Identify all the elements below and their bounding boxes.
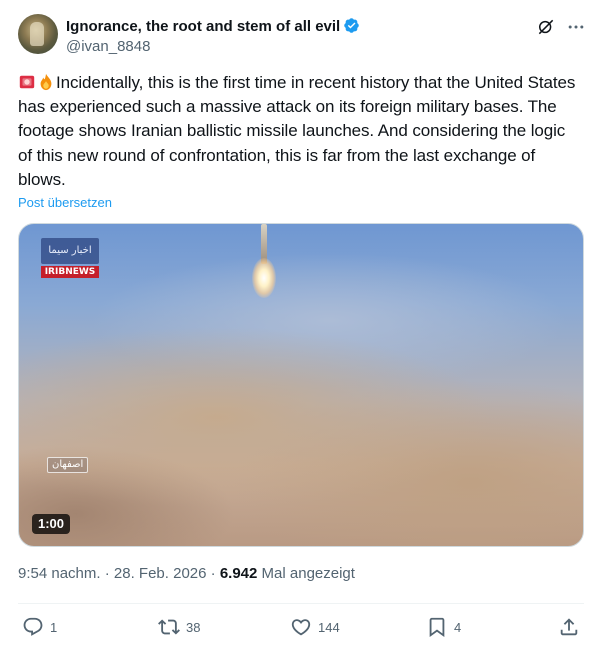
share-icon <box>560 618 578 636</box>
post-time[interactable]: 9:54 nachm. <box>18 565 101 582</box>
verified-badge-icon <box>344 18 359 33</box>
views-label: Mal angezeigt <box>261 565 355 582</box>
iribnews-watermark: اخبار سیما IRIBNEWS <box>41 238 99 280</box>
watermark-bottom-text: IRIBNEWS <box>41 266 99 278</box>
avatar[interactable] <box>18 14 58 54</box>
views-count: 6.942 <box>219 565 258 582</box>
author-name[interactable]: Ignorance, the root and stem of all evil <box>66 18 340 35</box>
bookmark-icon <box>429 617 445 638</box>
repost-icon <box>158 619 180 635</box>
translate-link[interactable]: Post übersetzen <box>18 195 112 210</box>
tweet-header: Ignorance, the root and stem of all evil… <box>18 14 588 58</box>
action-bar: 1 38 144 4 <box>18 614 588 640</box>
meta-separator-2: · <box>210 565 216 582</box>
bookmark-count: 4 <box>454 619 462 635</box>
reply-icon <box>23 617 43 636</box>
video-player[interactable]: اخبار سیما IRIBNEWS اصفهان 1:00 <box>18 223 584 547</box>
more-options-icon[interactable] <box>566 17 586 37</box>
location-label: اصفهان <box>47 457 89 473</box>
bookmark-button[interactable]: 4 <box>426 614 461 640</box>
repost-count: 38 <box>186 619 201 635</box>
reply-button[interactable]: 1 <box>22 614 57 640</box>
like-button[interactable]: 144 <box>290 614 340 640</box>
reply-count: 1 <box>50 619 58 635</box>
share-button[interactable] <box>558 614 580 640</box>
police-light-emoji-icon <box>19 75 35 89</box>
watermark-top-text: اخبار سیما <box>41 238 99 264</box>
tweet-meta: 9:54 nachm. · 28. Feb. 2026 · 6.942 Mal … <box>18 565 355 582</box>
tweet-text: Incidentally, this is the first time in … <box>18 71 583 192</box>
author-handle[interactable]: @ivan_8848 <box>66 38 150 55</box>
heart-icon <box>291 619 311 636</box>
fire-emoji-icon <box>40 73 52 91</box>
like-count: 144 <box>318 619 340 635</box>
grok-icon[interactable] <box>536 17 556 37</box>
post-date[interactable]: 28. Feb. 2026 <box>114 565 207 582</box>
divider <box>18 603 584 604</box>
author-name-row[interactable]: Ignorance, the root and stem of all evil <box>66 17 360 35</box>
meta-separator: · <box>104 565 110 582</box>
missile-flame <box>252 258 276 298</box>
video-duration: 1:00 <box>32 514 71 534</box>
repost-button[interactable]: 38 <box>158 614 200 640</box>
tweet-body: Incidentally, this is the first time in … <box>18 73 576 189</box>
